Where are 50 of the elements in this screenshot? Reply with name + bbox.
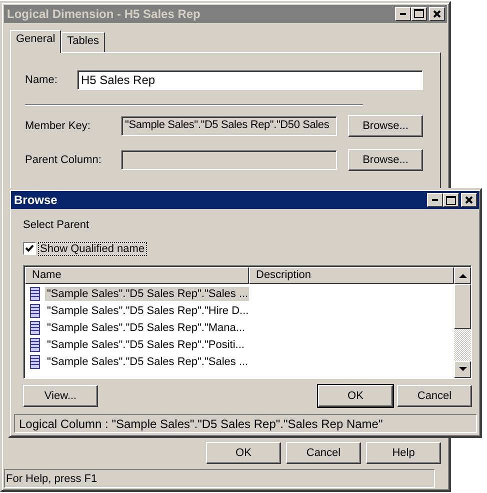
tab[interactable]: Tables: [61, 32, 105, 52]
prompt-text: Select Parent: [23, 219, 90, 233]
column-header[interactable]: Description: [249, 267, 454, 284]
tab[interactable]: General: [10, 30, 62, 53]
browse-button[interactable]: Browse...: [348, 149, 423, 172]
list-item[interactable]: "Sample Sales"."D5 Sales Rep"."Sales ...: [45, 286, 249, 300]
column-icon: [30, 304, 40, 318]
status-text: For Help, press F1: [6, 472, 98, 485]
dialog-button[interactable]: Cancel: [286, 442, 361, 464]
parent-column-label: Parent Column:: [25, 154, 102, 166]
scrollbar[interactable]: [454, 267, 471, 378]
down-arrow-icon: [458, 367, 466, 372]
view-button[interactable]: View...: [23, 385, 98, 407]
scroll-up-button[interactable]: [454, 267, 471, 284]
checkbox-label[interactable]: Show Qualified name: [39, 242, 146, 254]
list-item[interactable]: "Sample Sales"."D5 Sales Rep"."Hire D...: [45, 304, 249, 318]
checkbox[interactable]: [23, 242, 36, 255]
scroll-thumb[interactable]: [454, 284, 471, 329]
window-title: Logical Dimension - H5 Sales Rep: [7, 6, 200, 21]
column-header[interactable]: Name: [25, 267, 249, 284]
column-icon: [30, 338, 40, 352]
browse-button[interactable]: Browse...: [348, 115, 423, 138]
window-title: Browse: [14, 193, 58, 207]
list-item[interactable]: "Sample Sales"."D5 Sales Rep"."Mana...: [45, 320, 249, 334]
member-key-label: Member Key:: [25, 120, 92, 132]
close-icon: [433, 10, 441, 18]
list-item[interactable]: "Sample Sales"."D5 Sales Rep"."Sales ...: [45, 354, 249, 368]
close-icon: [465, 196, 473, 204]
up-arrow-icon: [458, 273, 466, 278]
maximize-button[interactable]: [443, 193, 459, 207]
minimize-icon: [400, 12, 406, 15]
close-button[interactable]: [461, 193, 477, 207]
list-item[interactable]: "Sample Sales"."D5 Sales Rep"."Positi...: [45, 338, 249, 352]
name-field[interactable]: H5 Sales Rep: [77, 70, 423, 90]
minimize-icon: [432, 199, 438, 201]
scroll-down-button[interactable]: [454, 361, 471, 378]
dialog-button[interactable]: Cancel: [397, 385, 472, 407]
dialog-button[interactable]: OK: [206, 442, 281, 464]
status-text: Logical Column : "Sample Sales"."D5 Sales Rep"."Sales Rep Name": [19, 416, 383, 430]
dialog-button[interactable]: Help: [366, 442, 441, 464]
maximize-icon: [446, 196, 456, 204]
name-label: Name:: [25, 74, 58, 86]
maximize-icon: [414, 9, 424, 18]
column-icon: [30, 354, 40, 368]
column-icon: [30, 320, 40, 334]
member-key-field[interactable]: "Sample Sales"."D5 Sales Rep"."D50 Sales: [121, 116, 337, 136]
column-icon: [30, 286, 40, 300]
dialog-button[interactable]: OK: [318, 385, 393, 407]
minimize-button[interactable]: [427, 193, 443, 207]
parent-column-field[interactable]: [121, 150, 337, 170]
